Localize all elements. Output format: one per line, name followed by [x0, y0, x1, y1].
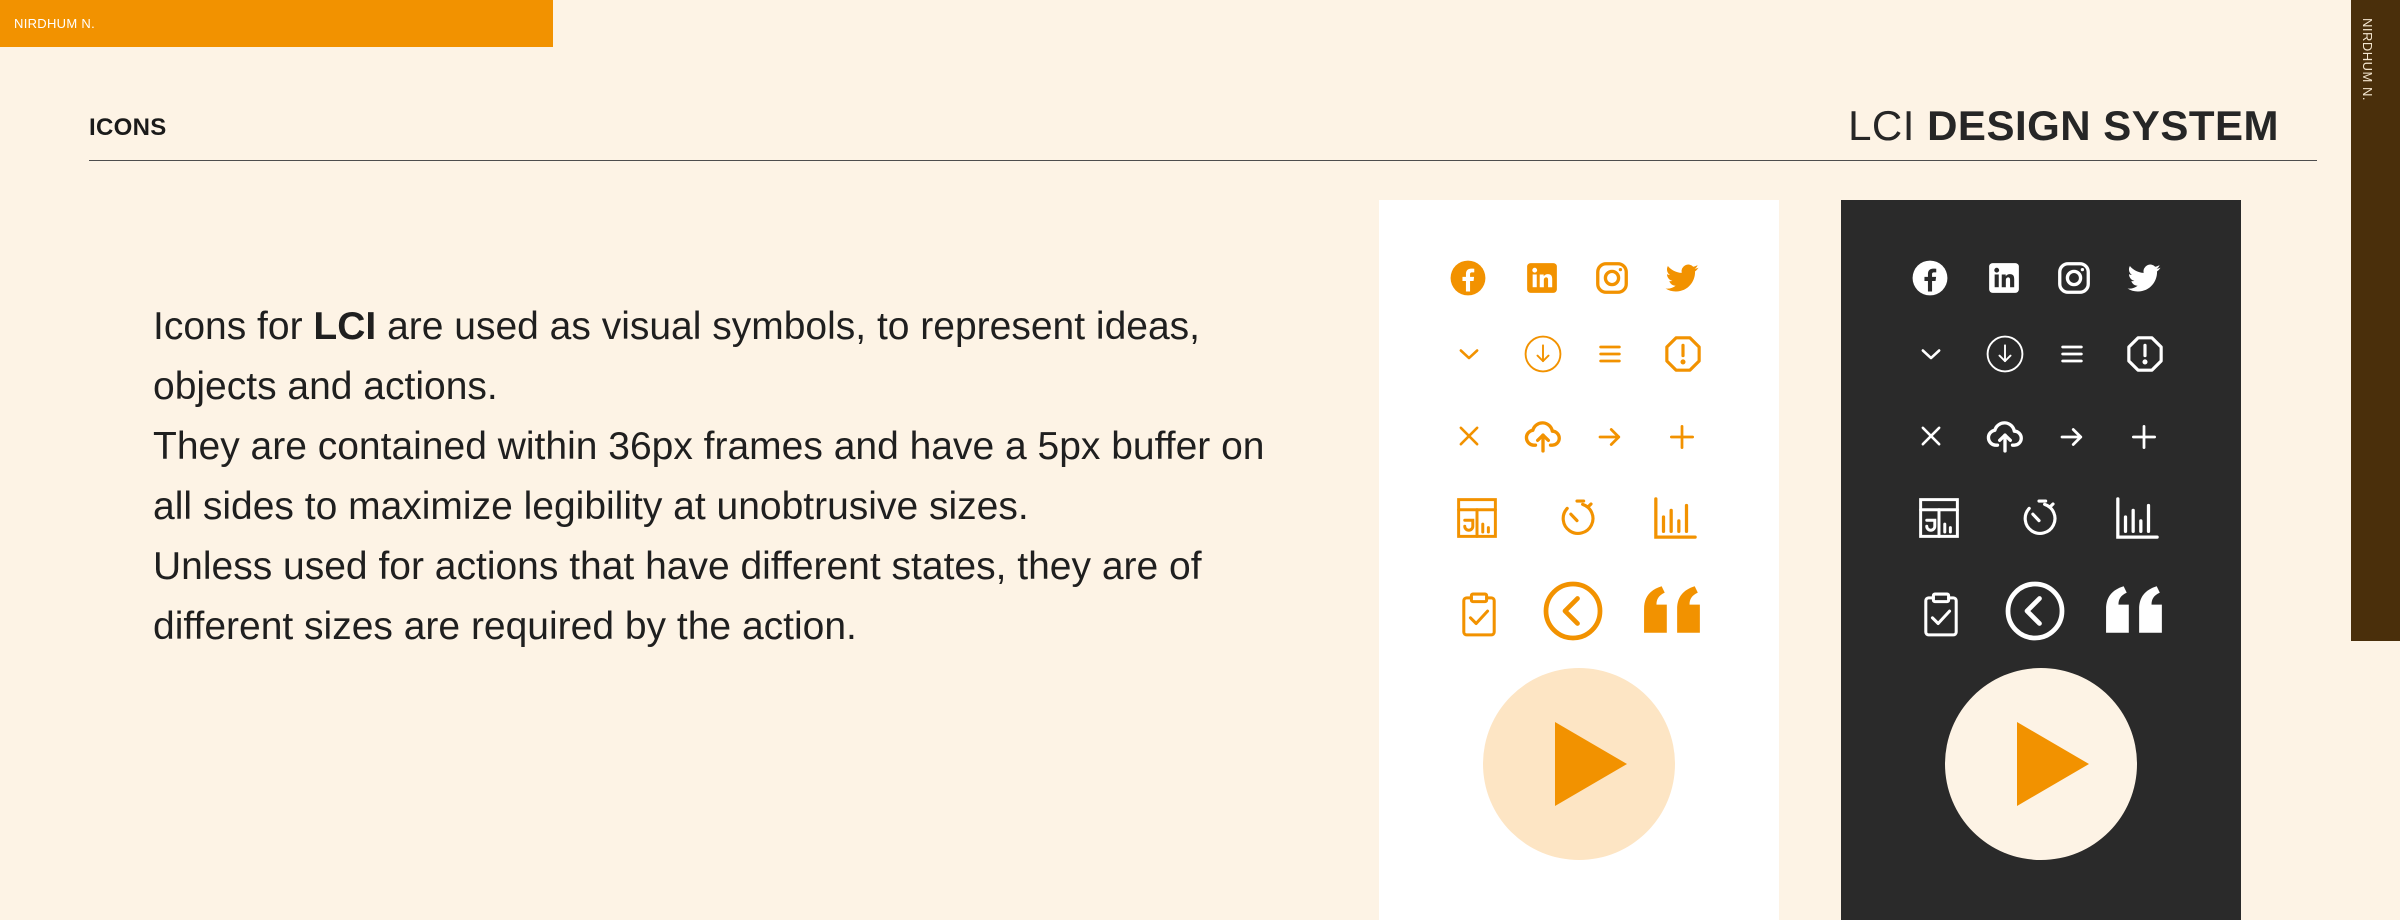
play-button[interactable]	[1945, 668, 2137, 860]
play-button[interactable]	[1483, 668, 1675, 860]
chevron-down-icon	[1917, 340, 1945, 368]
side-strip: NIRDHUM N.	[2351, 0, 2400, 641]
download-circle-icon	[1986, 335, 2024, 373]
author-tag: NIRDHUM N.	[14, 16, 95, 31]
facebook-icon	[1911, 259, 1949, 297]
close-icon	[1455, 422, 1483, 450]
desc-brand: LCI	[313, 305, 377, 348]
brand-title: LCI DESIGN SYSTEM	[1848, 102, 2279, 150]
brand-emphasis: DESIGN SYSTEM	[1927, 102, 2279, 149]
alert-octagon-icon	[2126, 335, 2164, 373]
back-circle-icon	[1543, 581, 1603, 641]
description-paragraph-3: Unless used for actions that have differ…	[153, 545, 1202, 648]
clipboard-check-icon	[1460, 591, 1498, 637]
instagram-icon	[1594, 260, 1630, 296]
description-paragraph-1: Icons for LCI are used as visual symbols…	[153, 297, 1273, 417]
play-icon	[2017, 722, 2089, 806]
twitter-icon	[1664, 260, 1700, 296]
download-circle-icon	[1524, 335, 1562, 373]
side-author-tag: NIRDHUM N.	[2360, 18, 2375, 101]
header-divider	[89, 160, 2317, 161]
timer-icon	[1556, 497, 1598, 539]
chevron-down-icon	[1455, 340, 1483, 368]
section-title: ICONS	[89, 114, 167, 141]
clipboard-check-icon	[1922, 591, 1960, 637]
bar-chart-icon	[2114, 495, 2160, 541]
description-paragraph-2: They are contained within 36px frames an…	[153, 425, 1265, 528]
upload-cloud-icon	[1523, 416, 1563, 456]
bar-chart-icon	[1652, 495, 1698, 541]
dashboard-icon	[1456, 497, 1498, 539]
brand-prefix: LCI	[1848, 102, 1928, 149]
back-circle-icon	[2005, 581, 2065, 641]
arrow-right-icon	[2057, 422, 2087, 452]
alert-octagon-icon	[1664, 335, 1702, 373]
facebook-icon	[1449, 259, 1487, 297]
dashboard-icon	[1918, 497, 1960, 539]
plus-icon	[2129, 422, 2159, 452]
light-icon-panel	[1379, 200, 1779, 920]
upload-cloud-icon	[1985, 416, 2025, 456]
plus-icon	[1667, 422, 1697, 452]
menu-icon	[2058, 340, 2086, 368]
close-icon	[1917, 422, 1945, 450]
desc-text: Icons for	[153, 305, 314, 348]
top-accent-bar: NIRDHUM N.	[0, 0, 553, 47]
twitter-icon	[2126, 260, 2162, 296]
linkedin-icon	[1525, 261, 1559, 295]
play-icon	[1555, 722, 1627, 806]
quote-icon	[2104, 584, 2166, 636]
instagram-icon	[2056, 260, 2092, 296]
linkedin-icon	[1987, 261, 2021, 295]
menu-icon	[1596, 340, 1624, 368]
description: Icons for LCI are used as visual symbols…	[153, 297, 1273, 657]
timer-icon	[2018, 497, 2060, 539]
dark-icon-panel	[1841, 200, 2241, 920]
arrow-right-icon	[1595, 422, 1625, 452]
quote-icon	[1642, 584, 1704, 636]
